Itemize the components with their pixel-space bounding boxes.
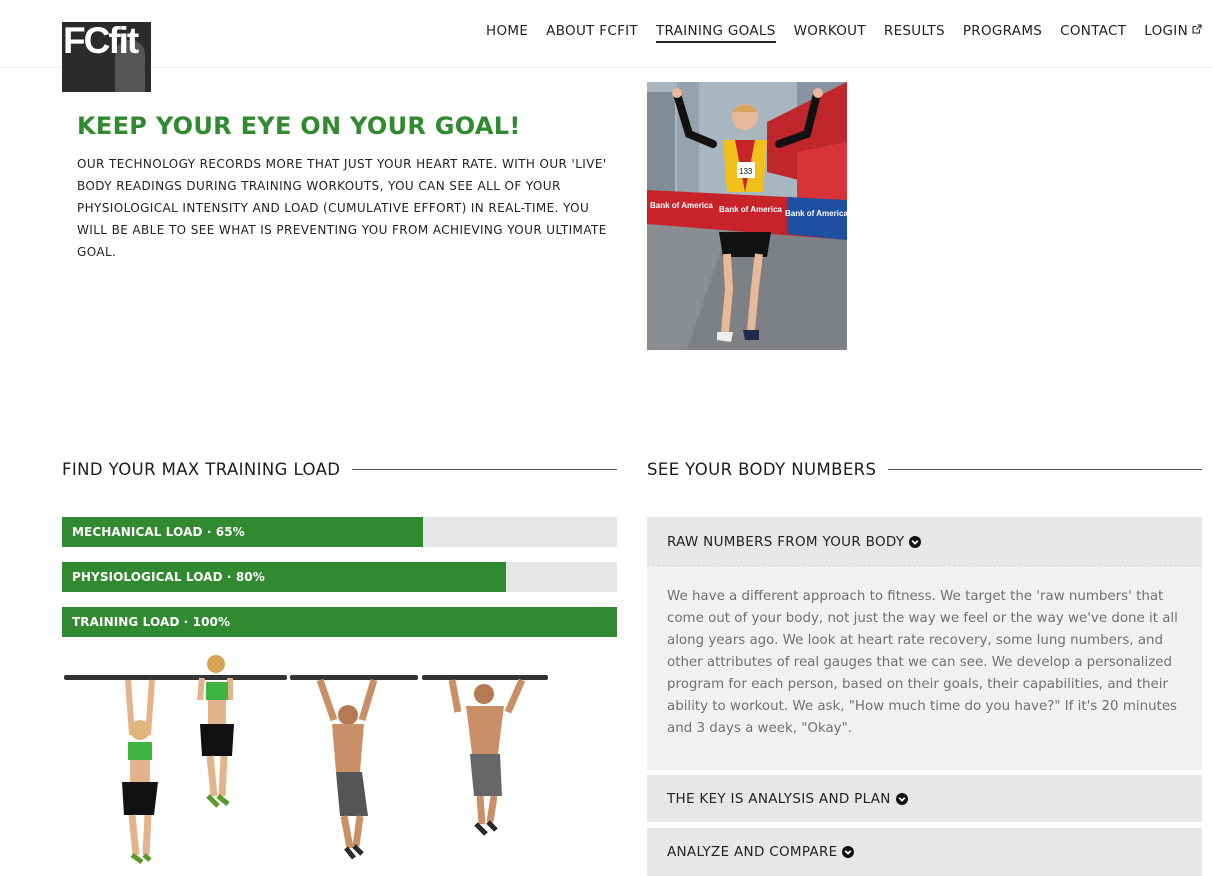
main-nav: HOME ABOUT FCFIT TRAINING GOALS WORKOUT … bbox=[486, 23, 1202, 43]
accordion-analyze-and-compare[interactable]: ANALYZE AND COMPARE bbox=[647, 828, 1202, 876]
nav-training-goals[interactable]: TRAINING GOALS bbox=[655, 23, 776, 43]
fcfit-logo[interactable]: FCfit bbox=[62, 22, 151, 92]
training-load-heading-text: FIND YOUR MAX TRAINING LOAD bbox=[62, 460, 341, 479]
accordion-raw-numbers-content: We have a different approach to fitness.… bbox=[647, 566, 1202, 770]
chevron-down-icon bbox=[909, 535, 922, 548]
accordion-raw-numbers-text: We have a different approach to fitness.… bbox=[667, 589, 1178, 736]
nav-about-fcfit[interactable]: ABOUT FCFIT bbox=[546, 23, 638, 43]
mechanical-load-bar: MECHANICAL LOAD · 65% bbox=[62, 517, 617, 547]
accordion-analysis-and-plan[interactable]: THE KEY IS ANALYSIS AND PLAN bbox=[647, 775, 1202, 822]
accordion-raw-numbers-title: RAW NUMBERS FROM YOUR BODY bbox=[667, 533, 905, 550]
accordion-analysis-title: THE KEY IS ANALYSIS AND PLAN bbox=[667, 790, 891, 807]
accordion-raw-numbers[interactable]: RAW NUMBERS FROM YOUR BODY bbox=[647, 517, 1202, 566]
nav-login-label: LOGIN bbox=[1144, 23, 1188, 39]
body-numbers-heading-text: SEE YOUR BODY NUMBERS bbox=[647, 460, 877, 479]
nav-programs[interactable]: PROGRAMS bbox=[963, 23, 1042, 43]
nav-contact[interactable]: CONTACT bbox=[1060, 23, 1126, 43]
runner-illustration: Bank of America Bank of America Bank of … bbox=[647, 82, 847, 350]
banner-text-2: Bank of America bbox=[719, 205, 782, 214]
mechanical-load-fill: MECHANICAL LOAD · 65% bbox=[62, 517, 423, 547]
chevron-down-icon bbox=[895, 792, 908, 805]
banner-text-3: Bank of America bbox=[785, 209, 847, 218]
nav-workout[interactable]: WORKOUT bbox=[794, 23, 866, 43]
chevron-down-icon bbox=[842, 846, 855, 858]
mechanical-load-label: MECHANICAL LOAD · 65% bbox=[72, 525, 245, 539]
training-load-heading: FIND YOUR MAX TRAINING LOAD bbox=[62, 460, 617, 479]
physiological-load-fill: PHYSIOLOGICAL LOAD · 80% bbox=[62, 562, 506, 592]
physiological-load-bar: PHYSIOLOGICAL LOAD · 80% bbox=[62, 562, 617, 592]
training-load-label: TRAINING LOAD · 100% bbox=[72, 615, 231, 629]
site-header: HOME ABOUT FCFIT TRAINING GOALS WORKOUT … bbox=[0, 0, 1213, 68]
nav-login[interactable]: LOGIN bbox=[1144, 23, 1202, 43]
page-title: KEEP YOUR EYE ON YOUR GOAL! bbox=[77, 112, 521, 140]
heading-rule bbox=[352, 469, 617, 470]
pull-up-illustration bbox=[64, 655, 548, 865]
nav-home[interactable]: HOME bbox=[486, 23, 528, 43]
external-link-icon bbox=[1192, 24, 1202, 34]
nav-results[interactable]: RESULTS bbox=[884, 23, 945, 43]
physiological-load-label: PHYSIOLOGICAL LOAD · 80% bbox=[72, 570, 265, 584]
marathon-finish-photo: Bank of America Bank of America Bank of … bbox=[647, 82, 847, 350]
bib-number: 133 bbox=[739, 167, 753, 176]
logo-text: FCfit bbox=[63, 22, 139, 61]
accordion-compare-title: ANALYZE AND COMPARE bbox=[667, 844, 838, 860]
pull-up-exercise-image bbox=[62, 650, 557, 876]
hero-description: OUR TECHNOLOGY RECORDS MORE THAT JUST YO… bbox=[77, 157, 607, 259]
body-numbers-heading: SEE YOUR BODY NUMBERS bbox=[647, 460, 1202, 479]
training-load-bar: TRAINING LOAD · 100% bbox=[62, 607, 617, 637]
heading-rule bbox=[888, 469, 1202, 470]
banner-text-1: Bank of America bbox=[650, 201, 713, 210]
training-load-fill: TRAINING LOAD · 100% bbox=[62, 607, 617, 637]
